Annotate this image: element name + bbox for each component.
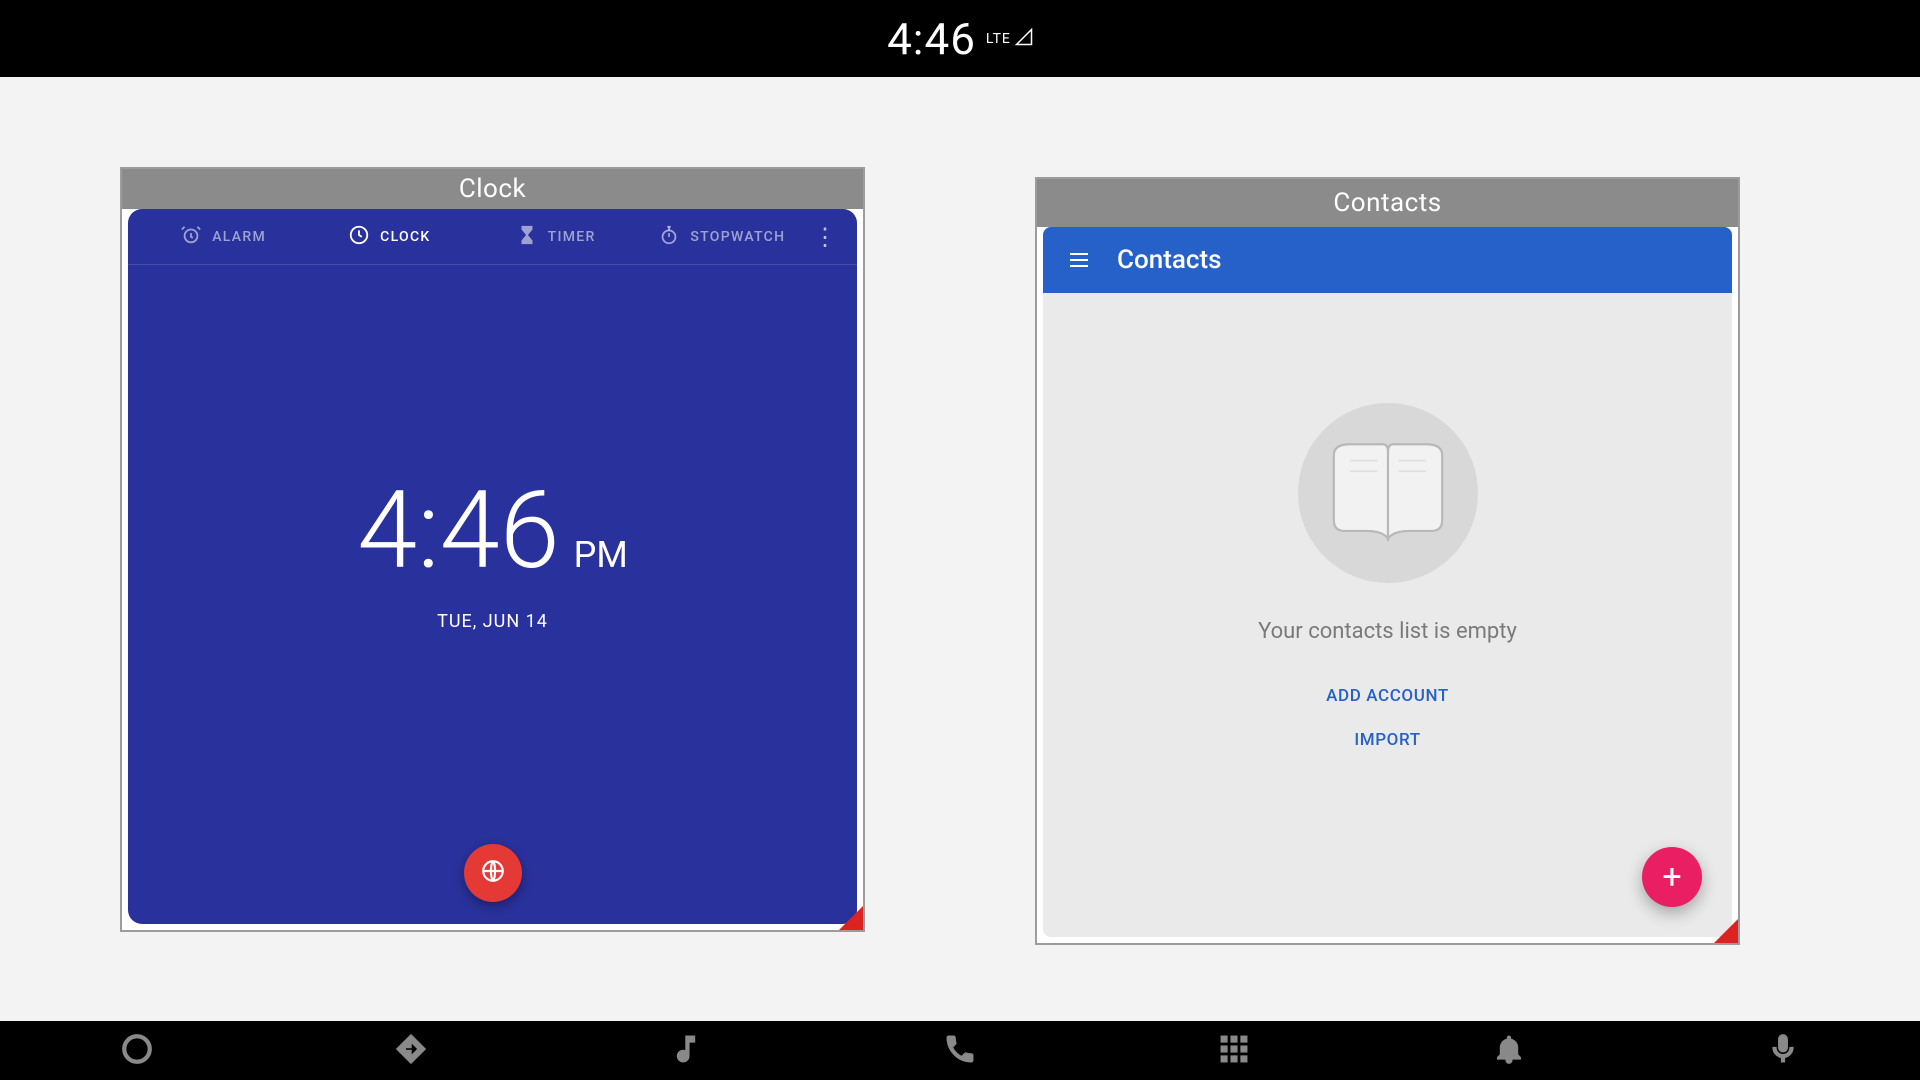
hourglass-icon <box>516 224 538 250</box>
contacts-resize-grip[interactable] <box>1714 919 1738 943</box>
status-time: 4:46 <box>887 13 976 65</box>
clock-ampm: PM <box>574 537 628 573</box>
nav-item-music[interactable] <box>666 1031 706 1071</box>
alarm-icon <box>180 224 202 250</box>
tab-stopwatch[interactable]: STOPWATCH <box>639 224 805 250</box>
empty-book-icon <box>1298 403 1478 583</box>
contacts-toolbar: Contacts <box>1043 227 1732 293</box>
contacts-window: Contacts Contacts <box>1035 177 1740 945</box>
nav-item-mic[interactable] <box>1763 1031 1803 1071</box>
nav-item-app-grid[interactable] <box>1214 1031 1254 1071</box>
status-bar: 4:46 LTE <box>0 0 1920 77</box>
add-account-button[interactable]: ADD ACCOUNT <box>1326 686 1449 706</box>
mic-icon <box>1766 1032 1800 1070</box>
circle-icon <box>120 1032 154 1070</box>
tab-alarm-label: ALARM <box>212 229 266 245</box>
menu-button[interactable] <box>1067 248 1091 272</box>
clock-resize-grip[interactable] <box>839 906 863 930</box>
phone-icon <box>943 1032 977 1070</box>
add-contact-fab[interactable]: + <box>1642 847 1702 907</box>
tab-alarm[interactable]: ALARM <box>140 224 306 250</box>
empty-contacts-message: Your contacts list is empty <box>1258 619 1517 644</box>
tab-timer-label: TIMER <box>548 229 596 245</box>
clock-window-titlebar[interactable]: Clock <box>122 169 863 209</box>
workspace: Clock ALARM CLOCK <box>0 77 1920 1021</box>
tab-clock[interactable]: CLOCK <box>306 224 472 250</box>
tab-timer[interactable]: TIMER <box>473 224 639 250</box>
kebab-icon: ⋮ <box>813 223 837 251</box>
tab-clock-label: CLOCK <box>380 229 430 245</box>
contacts-empty-state: Your contacts list is empty ADD ACCOUNT … <box>1043 293 1732 762</box>
contacts-window-title: Contacts <box>1333 188 1441 218</box>
tab-stopwatch-label: STOPWATCH <box>690 229 785 245</box>
import-button[interactable]: IMPORT <box>1354 730 1420 750</box>
app-grid-icon <box>1217 1032 1251 1070</box>
bell-icon <box>1492 1032 1526 1070</box>
add-world-clock-button[interactable] <box>464 844 522 902</box>
music-note-icon <box>669 1032 703 1070</box>
clock-app: ALARM CLOCK TIMER <box>128 209 857 924</box>
network-label: LTE <box>986 31 1011 47</box>
bottom-nav <box>0 1021 1920 1080</box>
clock-date: TUE, JUN 14 <box>437 611 548 632</box>
more-options-button[interactable]: ⋮ <box>805 223 845 251</box>
nav-item-navigation[interactable] <box>391 1031 431 1071</box>
clock-tabs: ALARM CLOCK TIMER <box>128 209 857 265</box>
nav-item-phone[interactable] <box>940 1031 980 1071</box>
nav-item-notifications[interactable] <box>1489 1031 1529 1071</box>
contacts-app: Contacts Your contacts list is em <box>1043 227 1732 937</box>
clock-window: Clock ALARM CLOCK <box>120 167 865 932</box>
globe-icon <box>480 858 506 888</box>
navigation-icon <box>394 1032 428 1070</box>
contacts-window-titlebar[interactable]: Contacts <box>1037 179 1738 227</box>
signal-icon <box>1015 28 1033 50</box>
clock-icon <box>348 224 370 250</box>
plus-icon: + <box>1662 857 1681 897</box>
clock-time-value: 4:46 <box>357 477 559 585</box>
clock-window-title: Clock <box>459 174 526 204</box>
nav-item-circle[interactable] <box>117 1031 157 1071</box>
contacts-toolbar-title: Contacts <box>1117 245 1221 275</box>
clock-display: 4:46 PM TUE, JUN 14 <box>128 265 857 924</box>
stopwatch-icon <box>658 224 680 250</box>
